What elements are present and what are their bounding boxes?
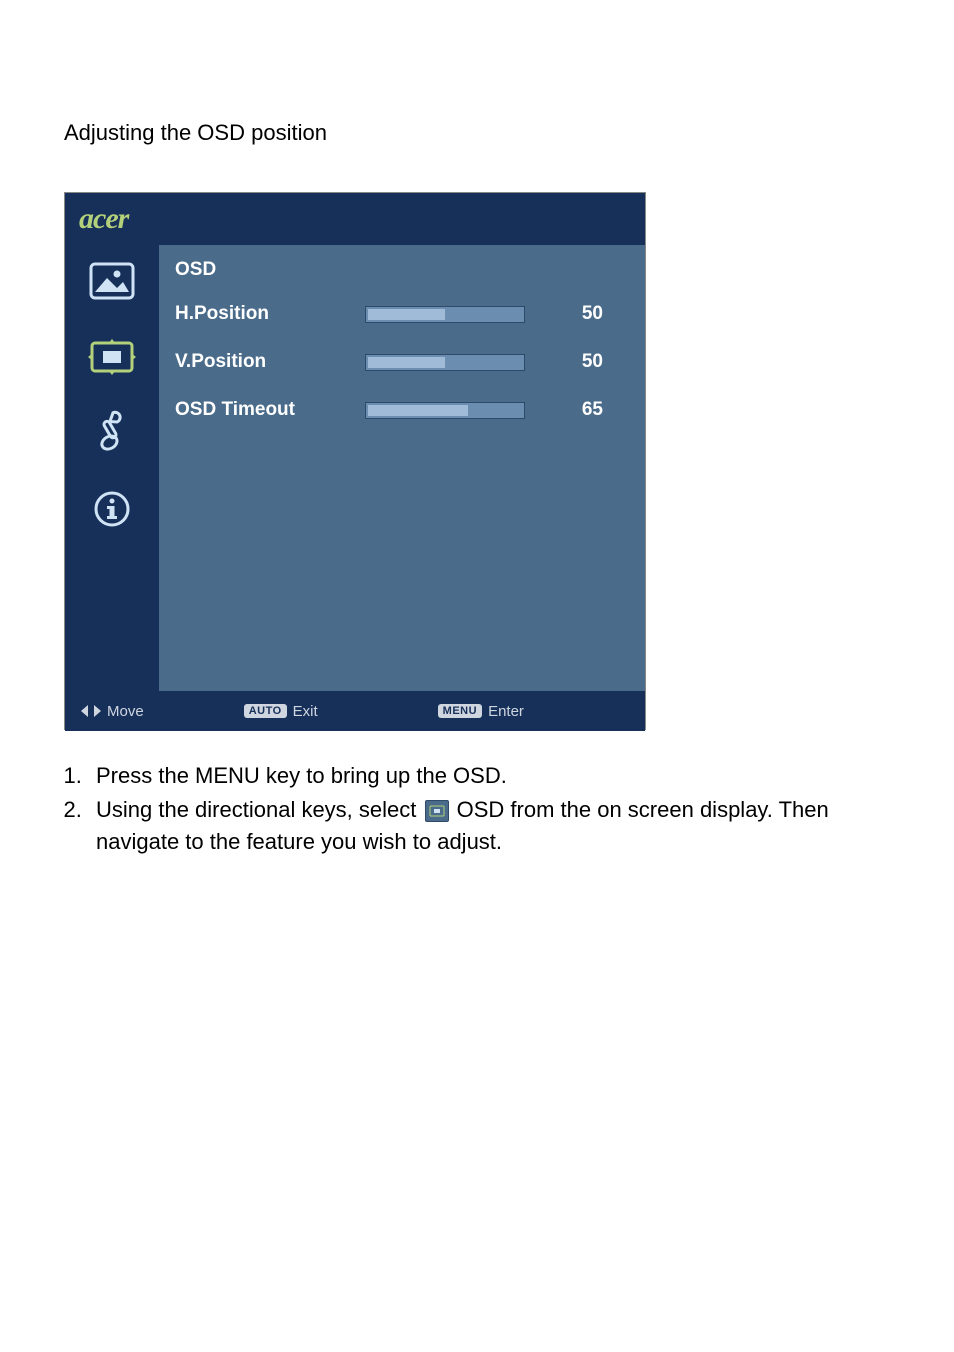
instruction-1: Press the MENU key to bring up the OSD. — [88, 760, 890, 792]
osd-header: acer — [65, 193, 645, 245]
osd-row-vposition[interactable]: V.Position 50 — [175, 347, 627, 377]
footer-enter-group: MENU Enter — [438, 703, 524, 720]
brand-logo: acer — [79, 202, 128, 236]
vposition-slider-fill — [368, 357, 445, 368]
footer-move-label: Move — [107, 703, 144, 720]
settings-icon[interactable] — [86, 409, 138, 457]
menu-badge: MENU — [438, 704, 482, 718]
picture-icon[interactable] — [86, 257, 138, 305]
osd-body: OSD H.Position 50 V.Position 50 — [65, 245, 645, 691]
timeout-slider-fill — [368, 405, 468, 416]
footer-enter-label: Enter — [488, 703, 524, 720]
arrows-icon — [81, 704, 101, 718]
osd-window: acer — [64, 192, 646, 730]
timeout-label: OSD Timeout — [175, 399, 365, 421]
osd-row-hposition[interactable]: H.Position 50 — [175, 299, 627, 329]
inline-osd-icon — [425, 800, 449, 822]
osd-sidebar — [65, 245, 159, 691]
osd-position-icon[interactable] — [86, 333, 138, 381]
page-title: Adjusting the OSD position — [64, 120, 890, 146]
timeout-value: 65 — [563, 399, 603, 421]
hposition-slider[interactable] — [365, 306, 525, 323]
vposition-label: V.Position — [175, 351, 365, 373]
vposition-value: 50 — [563, 351, 603, 373]
footer-exit-label: Exit — [293, 703, 318, 720]
instructions: Press the MENU key to bring up the OSD. … — [64, 760, 890, 858]
info-icon[interactable] — [86, 485, 138, 533]
osd-row-timeout[interactable]: OSD Timeout 65 — [175, 395, 627, 425]
vposition-slider[interactable] — [365, 354, 525, 371]
timeout-slider[interactable] — [365, 402, 525, 419]
auto-badge: AUTO — [244, 704, 287, 718]
instruction-2a: Using the directional keys, select — [96, 797, 423, 822]
hposition-value: 50 — [563, 303, 603, 325]
osd-section-title: OSD — [175, 259, 627, 281]
osd-main: OSD H.Position 50 V.Position 50 — [159, 245, 645, 691]
instruction-2: Using the directional keys, select OSD f… — [88, 794, 890, 858]
hposition-label: H.Position — [175, 303, 365, 325]
hposition-slider-fill — [368, 309, 445, 320]
osd-footer: Move AUTO Exit MENU Enter — [65, 691, 645, 731]
footer-move-group: Move — [81, 703, 144, 720]
footer-exit-group: AUTO Exit — [244, 703, 318, 720]
